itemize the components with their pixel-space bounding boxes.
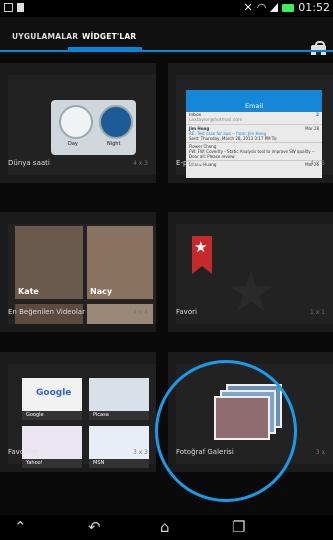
clock: 01:52: [298, 1, 330, 14]
up-chevron-icon[interactable]: ⌃: [14, 519, 27, 535]
widget-size: 4 x 4: [133, 309, 148, 316]
bookmark-label: Google: [22, 411, 82, 420]
clock-night-label: Night: [107, 141, 121, 147]
email-message: Jim Hong Mar 28 RE: Test case for aaa --…: [186, 124, 322, 142]
home-icon[interactable]: ⌂: [160, 519, 170, 535]
email-count: 2: [315, 113, 319, 118]
widget-label: Favori: [176, 308, 197, 316]
widget-size: 3 x: [315, 449, 325, 456]
bookmark-tile: Yahoo!: [22, 426, 82, 468]
email-message: Brian2 Huang Mar 26: [186, 160, 322, 168]
message-snippet: Sent: Thursday, March 28, 2013 3:17 PM T…: [189, 136, 278, 141]
video-tile-label: Nacy: [90, 287, 113, 296]
widget-size: 1 x 1: [310, 309, 325, 316]
message-subject: FW: FW: Coverity - Static Analysis tool …: [189, 149, 315, 159]
bookmark-label: Yahoo!: [22, 459, 82, 468]
star-watermark-icon: ★: [226, 260, 277, 325]
world-clock-preview: Day Night: [51, 100, 136, 155]
active-tab-indicator: [68, 47, 142, 51]
recent-apps-icon[interactable]: ❐: [232, 519, 245, 535]
bookmark-label: Picasa: [89, 411, 149, 420]
navigation-bar: ⌃ ↶ ⌂ ❐: [0, 515, 333, 540]
widget-label: E-posta: [176, 159, 203, 167]
signal-icon: [270, 3, 279, 12]
email-message: Flower Cheng FW: FW: Coverity - Static A…: [186, 142, 322, 160]
back-icon[interactable]: ↶: [88, 519, 101, 535]
wifi-icon: ◠: [256, 1, 267, 14]
video-tile-label: Kate: [18, 287, 39, 296]
widget-label: Dünya saati: [8, 159, 50, 167]
email-preview: Email Inbox 2 Lextaylor@hotmail.com Jim …: [186, 90, 322, 178]
widget-size: 3 x 3: [133, 449, 148, 456]
status-bar: ✕ ◠ 01:52: [0, 0, 333, 17]
bookmark-label: MSN: [89, 459, 149, 468]
bookmark-tile: Picasa: [89, 378, 149, 420]
widget-favorite[interactable]: ★ ★ Favori 1 x 1: [168, 212, 333, 332]
highlight-circle: [155, 360, 297, 502]
star-icon: ★: [194, 238, 208, 256]
bookmark-tile: MSN: [89, 426, 149, 468]
battery-icon: [282, 3, 295, 12]
email-title: Email: [186, 90, 322, 112]
widget-world-clock[interactable]: Day Night Dünya saati 4 x 3: [0, 63, 156, 183]
video-tile: Nacy: [87, 226, 153, 299]
widget-size: 4 x 5: [310, 160, 325, 167]
widget-label: Favoriler: [8, 448, 39, 456]
tab-widgets[interactable]: WİDGET'LAR: [82, 32, 136, 41]
message-date: Mar 28: [305, 126, 319, 131]
widget-size: 4 x 3: [133, 160, 148, 167]
widget-label: En Beğenilen Videolar: [8, 308, 85, 316]
tab-underline: [0, 50, 333, 52]
widget-email[interactable]: Email Inbox 2 Lextaylor@hotmail.com Jim …: [168, 63, 333, 183]
site-logo: Google: [36, 388, 72, 398]
bookmark-tile: Google Google: [22, 378, 82, 420]
document-icon: [17, 3, 24, 12]
widget-top-videos[interactable]: Kate Nacy En Beğenilen Videolar 4 x 4: [0, 212, 156, 332]
widget-bookmarks[interactable]: Google Google Picasa Yahoo! MSN Favorile…: [0, 352, 156, 472]
clock-day-label: Day: [68, 141, 78, 147]
bookmark-ribbon-icon: ★: [192, 236, 212, 274]
email-inbox: Inbox 2 Lextaylor@hotmail.com: [186, 112, 322, 124]
mute-icon: ✕: [243, 1, 253, 14]
tab-apps[interactable]: UYGULAMALAR: [12, 32, 78, 41]
video-tile: Kate: [15, 226, 83, 299]
email-account: Lextaylor@hotmail.com: [189, 118, 243, 123]
night-clock-icon: [99, 105, 133, 139]
notification-icon: [4, 3, 13, 12]
day-clock-icon: [59, 105, 93, 139]
